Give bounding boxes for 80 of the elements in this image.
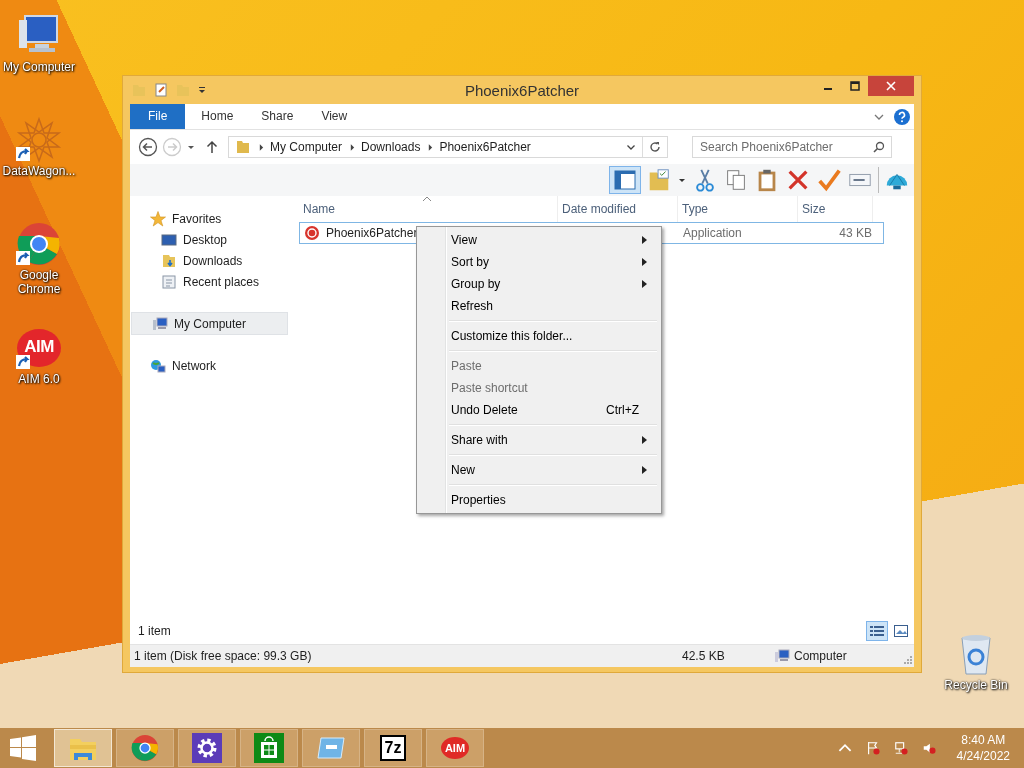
recent-places-icon	[161, 273, 177, 290]
menu-item[interactable]: Share with	[419, 429, 659, 451]
sidebar-item[interactable]: Desktop	[130, 229, 288, 250]
file-tab[interactable]: File	[130, 104, 186, 129]
sidebar-item[interactable]: Favorites	[130, 208, 288, 229]
aim-logo-text: AIM	[23, 337, 55, 357]
up-arrow-icon[interactable]	[206, 140, 218, 154]
taskbar-button[interactable]: 7z	[364, 729, 422, 767]
submenu-arrow-icon	[642, 466, 647, 474]
star-pattern-icon[interactable]	[15, 116, 63, 164]
downloads-folder-icon	[161, 252, 177, 269]
breadcrumb[interactable]: My Computer	[270, 140, 343, 154]
chevron-icon[interactable]	[350, 143, 356, 151]
ribbon-tab[interactable]: Share	[247, 104, 308, 129]
ribbon-tab[interactable]: Home	[187, 104, 248, 129]
menu-item[interactable]: Refresh	[419, 295, 659, 317]
chevron-icon[interactable]	[428, 143, 434, 151]
search-icon	[873, 141, 885, 153]
submenu-arrow-icon	[642, 258, 647, 266]
sidebar-item[interactable]: Downloads	[130, 250, 288, 271]
file-name: Phoenix6Patcher	[326, 226, 418, 240]
start-button[interactable]	[10, 735, 36, 761]
chrome-icon[interactable]	[15, 220, 63, 268]
taskbar-button[interactable]	[178, 729, 236, 767]
sort-caret-icon	[423, 196, 431, 201]
desktop-icon	[161, 231, 177, 248]
sidebar-item[interactable]: Network	[130, 355, 288, 376]
table-cell-text: 43 KB	[838, 226, 873, 240]
breadcrumb[interactable]: Phoenix6Patcher	[439, 140, 531, 154]
back-button[interactable]	[138, 137, 158, 157]
menu-item[interactable]: Properties	[419, 489, 659, 511]
details-view-button[interactable]	[866, 621, 888, 641]
taskbar-button[interactable]: AIM	[426, 729, 484, 767]
chevron-icon[interactable]	[259, 143, 264, 151]
speaker-icon[interactable]	[921, 741, 936, 755]
minimize-icon	[823, 88, 832, 90]
submenu-arrow-icon	[642, 236, 647, 244]
properties-icon[interactable]	[153, 82, 169, 98]
menu-item[interactable]: View	[419, 229, 659, 251]
help-icon[interactable]	[894, 108, 910, 125]
star-icon	[150, 210, 166, 227]
ribbon-tab[interactable]: View	[307, 104, 362, 129]
sidebar-item[interactable]: Recent places	[130, 271, 288, 292]
menu-item[interactable]: Sort by	[419, 251, 659, 273]
dropdown-caret-icon[interactable]	[626, 142, 636, 152]
menu-item[interactable]: Undo Delete Ctrl+Z	[419, 399, 659, 421]
gear-icon	[192, 733, 222, 763]
store-bag-icon	[254, 733, 284, 763]
menu-item[interactable]: New	[419, 459, 659, 481]
details-list-icon	[870, 625, 884, 637]
breadcrumb[interactable]: Downloads	[361, 140, 421, 154]
search-field[interactable]: Search Phoenix6Patcher	[692, 136, 892, 158]
submenu-arrow-icon	[642, 280, 647, 288]
status-text: Computer	[794, 649, 847, 663]
network-icon	[150, 357, 166, 374]
computer-icon	[774, 648, 790, 664]
preview-pane-button[interactable]	[609, 166, 641, 194]
flag-icon[interactable]	[865, 741, 880, 755]
folder-icon	[235, 139, 251, 155]
checkmark-icon[interactable]	[816, 167, 842, 193]
sidebar-item[interactable]: My Computer	[131, 312, 288, 335]
address-bar[interactable]: My Computer Downloads Phoenix6Patcher	[228, 136, 668, 158]
maximize-icon	[849, 81, 860, 91]
submenu-arrow-icon	[642, 436, 647, 444]
refresh-icon[interactable]	[649, 141, 661, 153]
status-text: 1 item (Disk free space: 99.3 GB)	[133, 649, 313, 663]
taskbar-button[interactable]	[240, 729, 298, 767]
network-icon[interactable]	[893, 741, 908, 755]
close-icon	[886, 81, 896, 91]
image-icon	[894, 625, 908, 637]
window-title: Phoenix6Patcher	[463, 82, 581, 99]
dropdown-caret-icon[interactable]	[197, 85, 207, 95]
resize-grip-icon[interactable]	[904, 656, 912, 664]
menu-item[interactable]: Group by	[419, 273, 659, 295]
status-text: 42.5 KB	[681, 649, 726, 663]
item-count: 1 item	[137, 624, 171, 638]
table-cell-text: Application	[682, 226, 743, 240]
chrome-icon	[130, 733, 160, 763]
computer-icon	[152, 315, 168, 332]
menu-item[interactable]: Customize this folder...	[419, 325, 659, 347]
